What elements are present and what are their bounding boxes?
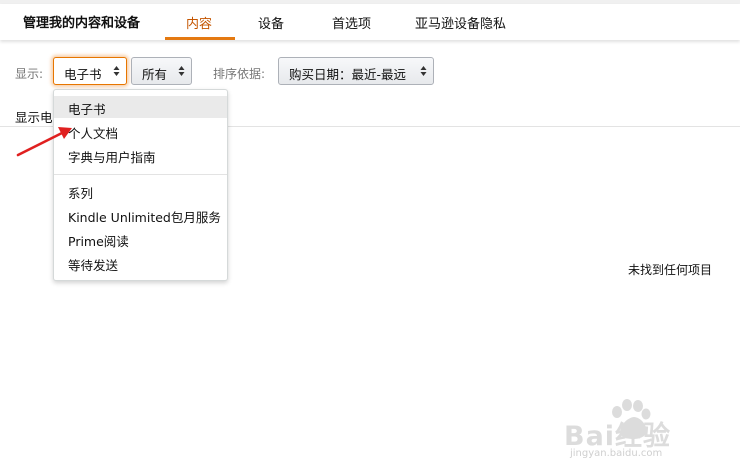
sort-select[interactable]: 购买日期：最近-最远 <box>278 57 434 85</box>
empty-results-message: 未找到任何项目 <box>628 263 713 277</box>
active-tab-underline <box>165 37 235 40</box>
dropdown-item-ebooks[interactable]: 电子书 <box>54 96 227 118</box>
annotation-arrow-icon <box>16 127 72 157</box>
content-type-value: 电子书 <box>64 67 102 82</box>
content-type-select[interactable]: 电子书 <box>53 57 127 85</box>
sort-label: 排序依据: <box>213 67 266 81</box>
content-type-dropdown: 电子书 个人文档 字典与用户指南 系列 Kindle Unlimited包月服务… <box>53 89 228 281</box>
dropdown-item-prime-reading[interactable]: Prime阅读 <box>54 228 227 250</box>
dropdown-item-pending-delivery[interactable]: 等待发送 <box>54 252 227 274</box>
sort-arrows-icon <box>113 66 120 76</box>
ownership-value: 所有 <box>142 67 168 82</box>
sort-arrows-icon <box>178 66 185 76</box>
header-bar: 管理我的内容和设备 内容 设备 首选项 亚马逊设备隐私 <box>0 4 740 40</box>
dropdown-item-series[interactable]: 系列 <box>54 180 227 202</box>
tab-device-privacy[interactable]: 亚马逊设备隐私 <box>415 13 506 32</box>
dropdown-item-label: 电子书 <box>68 102 106 117</box>
tab-preferences[interactable]: 首选项 <box>332 13 371 32</box>
dropdown-item-label: Prime阅读 <box>68 234 129 249</box>
tab-devices[interactable]: 设备 <box>258 13 284 32</box>
dropdown-separator <box>54 174 227 175</box>
dropdown-item-kindle-unlimited[interactable]: Kindle Unlimited包月服务 <box>54 204 227 226</box>
dropdown-item-label: Kindle Unlimited包月服务 <box>68 210 221 225</box>
page-title: 管理我的内容和设备 <box>23 16 141 31</box>
dropdown-item-label: 等待发送 <box>68 258 119 273</box>
sort-value: 购买日期：最近-最远 <box>289 67 407 82</box>
ownership-select[interactable]: 所有 <box>131 57 192 85</box>
watermark-url: jingyan.baidu.com <box>570 448 663 459</box>
show-label: 显示: <box>15 67 44 81</box>
tab-content[interactable]: 内容 <box>186 13 212 32</box>
dropdown-item-label: 系列 <box>68 186 94 201</box>
sort-arrows-icon <box>420 66 427 76</box>
